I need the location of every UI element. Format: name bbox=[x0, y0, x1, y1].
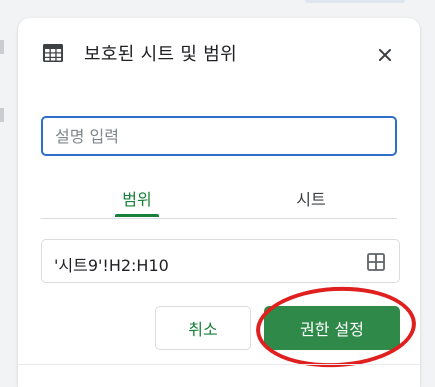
active-tab-indicator bbox=[115, 214, 159, 217]
tab-bar: 범위 시트 bbox=[41, 178, 397, 219]
range-value[interactable]: '시트9'!H2:H10 bbox=[54, 252, 169, 276]
divider bbox=[18, 364, 420, 365]
table-icon bbox=[43, 44, 63, 62]
background-fragment bbox=[0, 40, 4, 54]
background-fragment bbox=[305, 0, 405, 3]
tab-sheet[interactable]: 시트 bbox=[289, 178, 333, 218]
cancel-button[interactable]: 취소 bbox=[155, 306, 251, 350]
protected-ranges-panel: 보호된 시트 및 범위 범위 시트 '시트9'!H2:H10 취소 권한 설정 bbox=[18, 18, 420, 387]
panel-title: 보호된 시트 및 범위 bbox=[84, 44, 237, 65]
close-button[interactable] bbox=[370, 40, 400, 70]
grid-icon[interactable] bbox=[366, 252, 386, 272]
description-input[interactable] bbox=[41, 116, 397, 156]
close-icon bbox=[379, 49, 391, 61]
background-fragment bbox=[0, 108, 4, 122]
tab-range[interactable]: 범위 bbox=[115, 178, 159, 218]
set-permissions-button[interactable]: 권한 설정 bbox=[264, 306, 400, 350]
range-field[interactable]: '시트9'!H2:H10 bbox=[41, 239, 400, 283]
panel-header: 보호된 시트 및 범위 bbox=[42, 40, 237, 66]
